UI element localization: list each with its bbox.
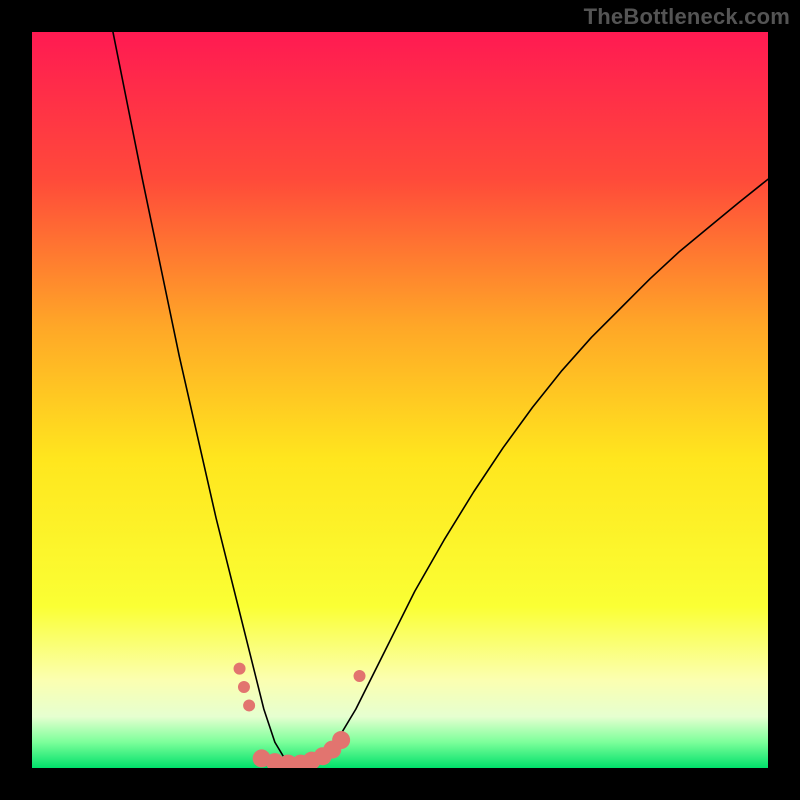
gradient-background [32,32,768,768]
data-point [238,681,250,693]
chart-svg [32,32,768,768]
plot-area [32,32,768,768]
watermark-text: TheBottleneck.com [584,4,790,30]
data-point [332,731,350,749]
data-point [243,699,255,711]
data-point [354,670,366,682]
data-point [234,663,246,675]
chart-frame: TheBottleneck.com [0,0,800,800]
